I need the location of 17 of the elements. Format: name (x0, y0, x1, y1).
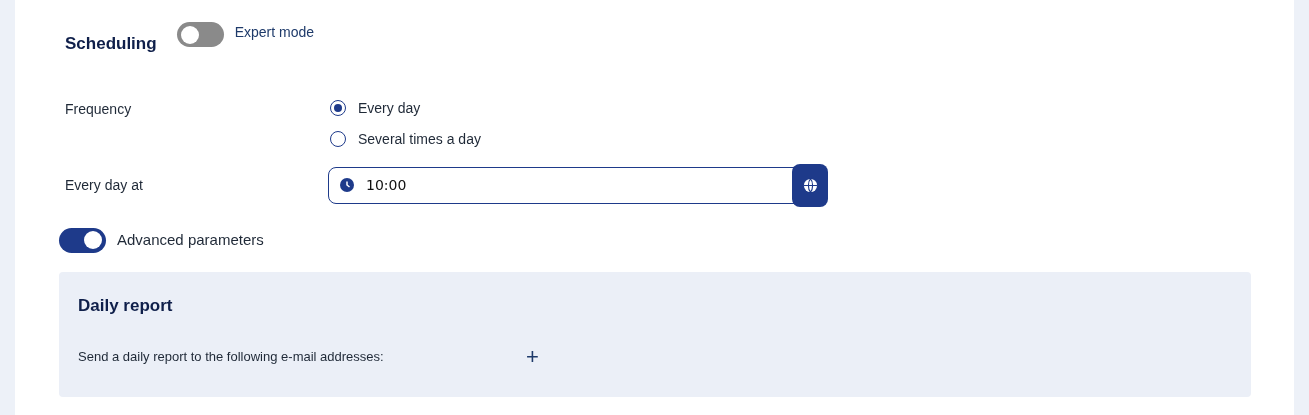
field-label: Frequency (65, 99, 133, 119)
radio-label: Every day (358, 98, 421, 118)
globe-button[interactable] (792, 163, 828, 207)
panel-title: Daily report (78, 294, 174, 317)
toggle-label: Advanced parameters (117, 229, 264, 250)
report-description: Send a daily report to the following e-mail addresses: (78, 348, 385, 367)
clock-icon (340, 178, 354, 192)
toggle-switch[interactable] (59, 227, 106, 253)
field-label: Every day at (65, 175, 144, 195)
globe-icon (802, 177, 818, 193)
toggle-label: Expert mode (234, 23, 314, 42)
time-value: 10:00 (366, 175, 407, 195)
radio-label: Several times a day (358, 129, 481, 149)
time-field[interactable]: 10:00 (328, 166, 827, 204)
add-button[interactable]: + (526, 346, 539, 368)
toggle-switch[interactable] (176, 22, 224, 47)
section-title: Scheduling (65, 33, 157, 55)
